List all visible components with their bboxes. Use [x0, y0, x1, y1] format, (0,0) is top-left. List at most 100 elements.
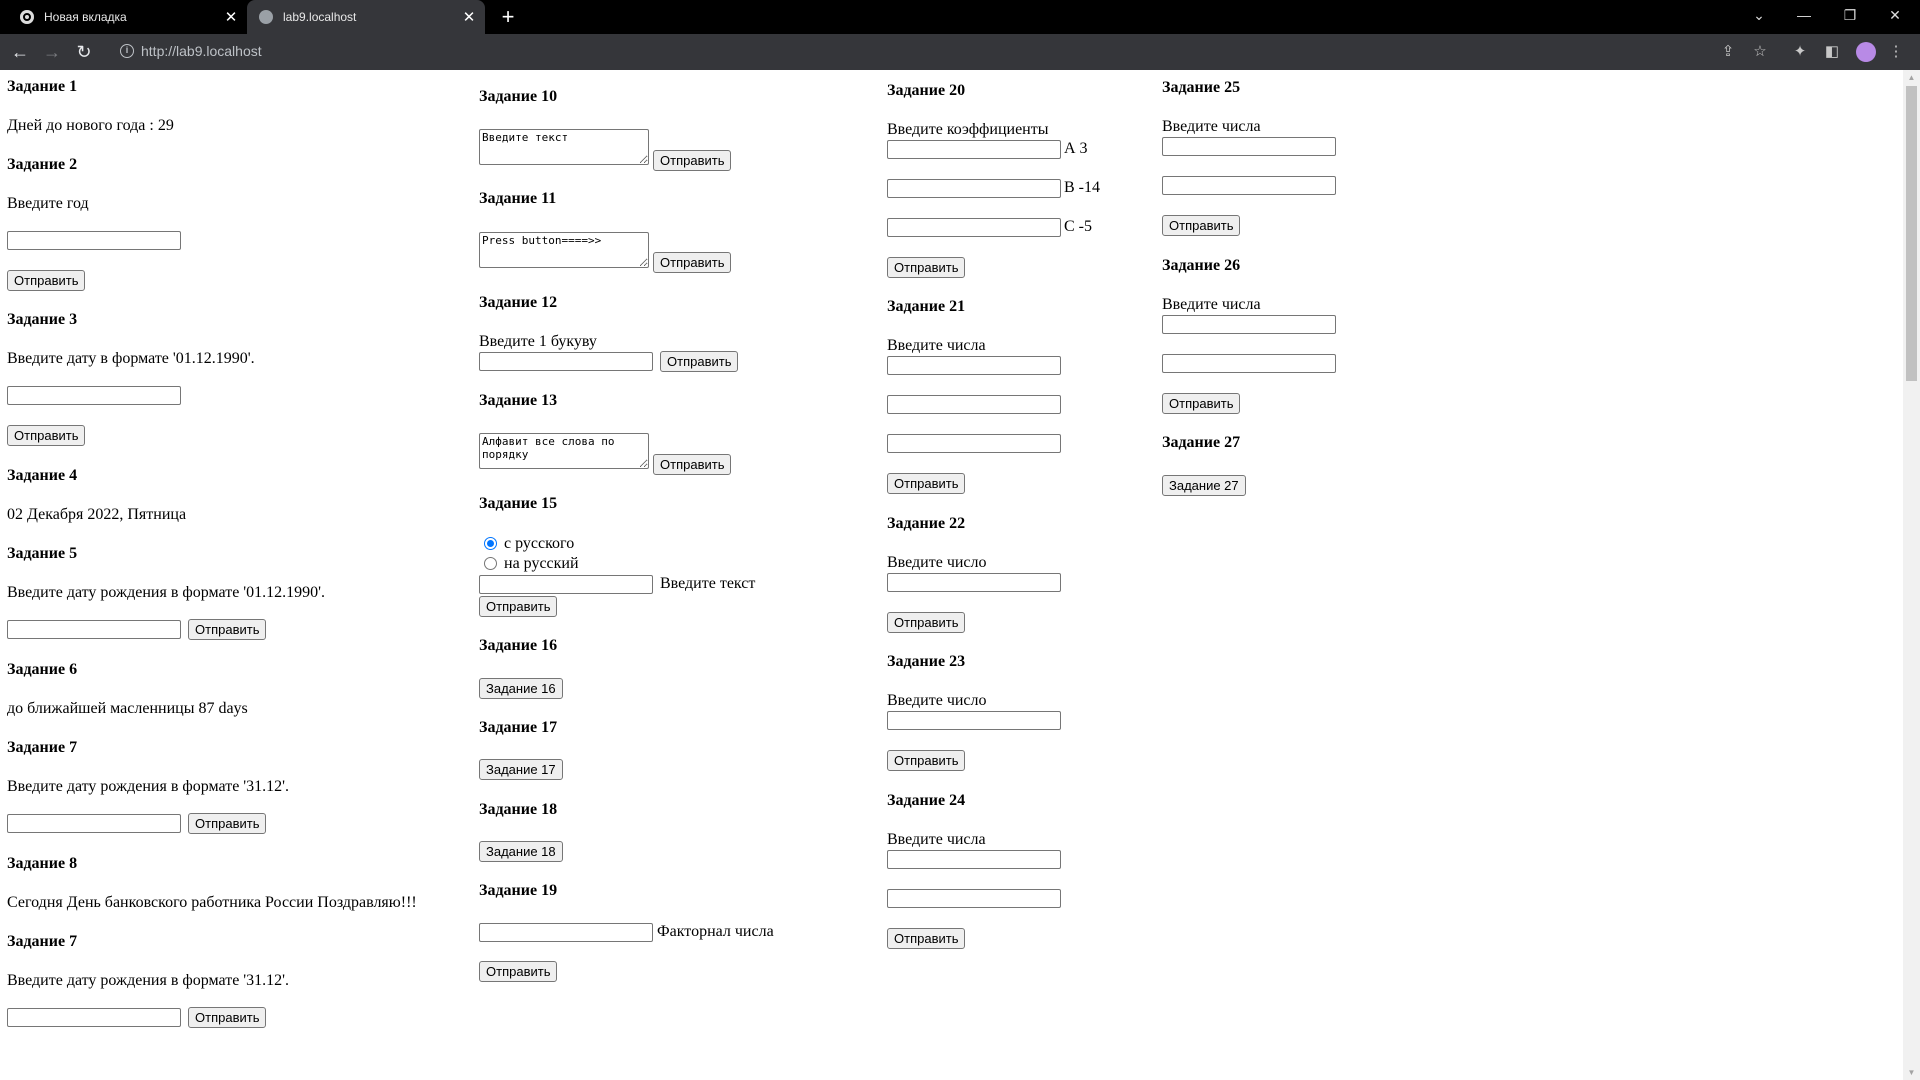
reload-icon[interactable]: ↻	[72, 40, 96, 64]
task-21-submit-button[interactable]: Отправить	[887, 473, 966, 494]
task-21-input-2[interactable]	[887, 395, 1061, 414]
task-25-input-2[interactable]	[1162, 176, 1336, 195]
task-5-label: Введите дату рождения в формате '01.12.1…	[7, 584, 326, 601]
birthday-input-2[interactable]	[7, 1008, 181, 1027]
task-7-submit-button[interactable]: Отправить	[188, 813, 267, 834]
task-10-submit-button[interactable]: Отправить	[653, 150, 732, 171]
birthday-input[interactable]	[7, 814, 181, 833]
task-3-submit-button[interactable]: Отправить	[7, 425, 86, 446]
sidepanel-icon[interactable]: ◧	[1822, 42, 1842, 62]
radio-to-russian[interactable]	[484, 557, 497, 570]
task-10-textarea[interactable]: Введите текст	[479, 129, 649, 165]
star-icon[interactable]: ☆	[1750, 42, 1770, 62]
task-22-input[interactable]	[887, 573, 1061, 592]
letter-input[interactable]	[479, 352, 653, 371]
new-tab-plus-icon[interactable]: +	[495, 4, 521, 30]
menu-icon[interactable]: ⋮	[1886, 42, 1906, 62]
task-26-label: Введите числа	[1162, 296, 1261, 313]
task-15-title: Задание 15	[479, 495, 558, 512]
task-24-input-1[interactable]	[887, 850, 1061, 869]
radio-from-russian[interactable]	[484, 537, 497, 550]
tab-lab9[interactable]: lab9.localhost ✕	[247, 0, 485, 34]
task-5-submit-button[interactable]: Отправить	[188, 619, 267, 640]
browser-toolbar: ← → ↻ i http://lab9.localhost ⇪ ☆ ✦ ◧ ⋮	[0, 34, 1920, 70]
task-20-submit-button[interactable]: Отправить	[887, 257, 966, 278]
coef-a-input[interactable]	[887, 140, 1061, 159]
coef-b-input[interactable]	[887, 179, 1061, 198]
task-18-button[interactable]: Задание 18	[479, 841, 563, 862]
task-7b-label: Введите дату рождения в формате '31.12'.	[7, 972, 290, 989]
task-2-label: Введите год	[7, 195, 89, 212]
translate-input[interactable]	[479, 575, 653, 594]
scroll-up-arrow-icon[interactable]: ▲	[1907, 73, 1916, 82]
task-12-submit-button[interactable]: Отправить	[660, 351, 739, 372]
close-icon[interactable]: ✕	[457, 8, 481, 26]
task-23-submit-button[interactable]: Отправить	[887, 750, 966, 771]
minimize-icon[interactable]: —	[1782, 0, 1826, 30]
task-25-submit-button[interactable]: Отправить	[1162, 215, 1241, 236]
task-15-submit-button[interactable]: Отправить	[479, 596, 558, 617]
task-19-submit-button[interactable]: Отправить	[479, 961, 558, 982]
task-6-result: до ближайшей масленницы 87 days	[7, 700, 248, 717]
task-24-label: Введите числа	[887, 831, 986, 848]
year-input[interactable]	[7, 231, 181, 250]
task-21-input-1[interactable]	[887, 356, 1061, 375]
task-12-title: Задание 12	[479, 294, 558, 311]
scrollbar[interactable]: ▲ ▼	[1903, 70, 1920, 1080]
task-25-title: Задание 25	[1162, 79, 1241, 96]
tab-strip: Новая вкладка ✕ lab9.localhost ✕ + ⌄ — ❐…	[0, 0, 1920, 34]
task-22-label: Введите число	[887, 554, 987, 571]
extensions-icon[interactable]: ✦	[1790, 42, 1810, 62]
factorial-input[interactable]	[479, 923, 653, 942]
task-11-textarea[interactable]: Press button====>>	[479, 232, 649, 268]
window-close-icon[interactable]: ✕	[1873, 0, 1917, 30]
task-5-title: Задание 5	[7, 545, 78, 562]
scroll-thumb[interactable]	[1906, 86, 1917, 381]
task-26-submit-button[interactable]: Отправить	[1162, 393, 1241, 414]
share-icon[interactable]: ⇪	[1718, 42, 1738, 62]
close-icon[interactable]: ✕	[219, 8, 243, 26]
task-15-label: Введите текст	[660, 575, 756, 592]
task-26-input-1[interactable]	[1162, 315, 1336, 334]
task-2-title: Задание 2	[7, 156, 78, 173]
task-25-input-1[interactable]	[1162, 137, 1336, 156]
task-22-submit-button[interactable]: Отправить	[887, 612, 966, 633]
coef-c-label: С -5	[1064, 218, 1092, 235]
task-17-button[interactable]: Задание 17	[479, 759, 563, 780]
task-24-submit-button[interactable]: Отправить	[887, 928, 966, 949]
task-23-input[interactable]	[887, 711, 1061, 730]
date-input[interactable]	[7, 386, 181, 405]
task-2-submit-button[interactable]: Отправить	[7, 270, 86, 291]
task-7b-submit-button[interactable]: Отправить	[188, 1007, 267, 1028]
forward-icon[interactable]: →	[40, 40, 64, 64]
task-19-title: Задание 19	[479, 882, 558, 899]
task-23-title: Задание 23	[887, 653, 966, 670]
task-16-button[interactable]: Задание 16	[479, 678, 563, 699]
globe-icon	[259, 10, 273, 24]
info-icon[interactable]: i	[120, 44, 134, 58]
task-26-input-2[interactable]	[1162, 354, 1336, 373]
back-icon[interactable]: ←	[8, 40, 32, 64]
task-11-submit-button[interactable]: Отправить	[653, 252, 732, 273]
task-7-label: Введите дату рождения в формате '31.12'.	[7, 778, 290, 795]
task-27-button[interactable]: Задание 27	[1162, 475, 1246, 496]
task-7b-title: Задание 7	[7, 933, 78, 950]
coef-a-label: А 3	[1064, 140, 1088, 157]
tab-new-tab[interactable]: Новая вкладка ✕	[0, 0, 247, 34]
task-24-input-2[interactable]	[887, 889, 1061, 908]
scroll-down-arrow-icon[interactable]: ▼	[1907, 1068, 1916, 1077]
task-13-textarea[interactable]: Алфавит все слова по порядку	[479, 433, 649, 469]
task-1-result: Дней до нового года : 29	[7, 117, 174, 134]
task-18-title: Задание 18	[479, 801, 558, 818]
task-13-submit-button[interactable]: Отправить	[653, 454, 732, 475]
birthdate-input[interactable]	[7, 620, 181, 639]
chrome-icon	[20, 10, 34, 24]
coef-c-input[interactable]	[887, 218, 1061, 237]
restore-icon[interactable]: ❐	[1828, 0, 1872, 30]
task-21-input-3[interactable]	[887, 434, 1061, 453]
task-22-title: Задание 22	[887, 515, 966, 532]
tab-search-chevron-down-icon[interactable]: ⌄	[1737, 0, 1781, 30]
address-bar[interactable]: http://lab9.localhost	[141, 43, 262, 59]
avatar[interactable]	[1856, 42, 1876, 62]
task-25-label: Введите числа	[1162, 118, 1261, 135]
